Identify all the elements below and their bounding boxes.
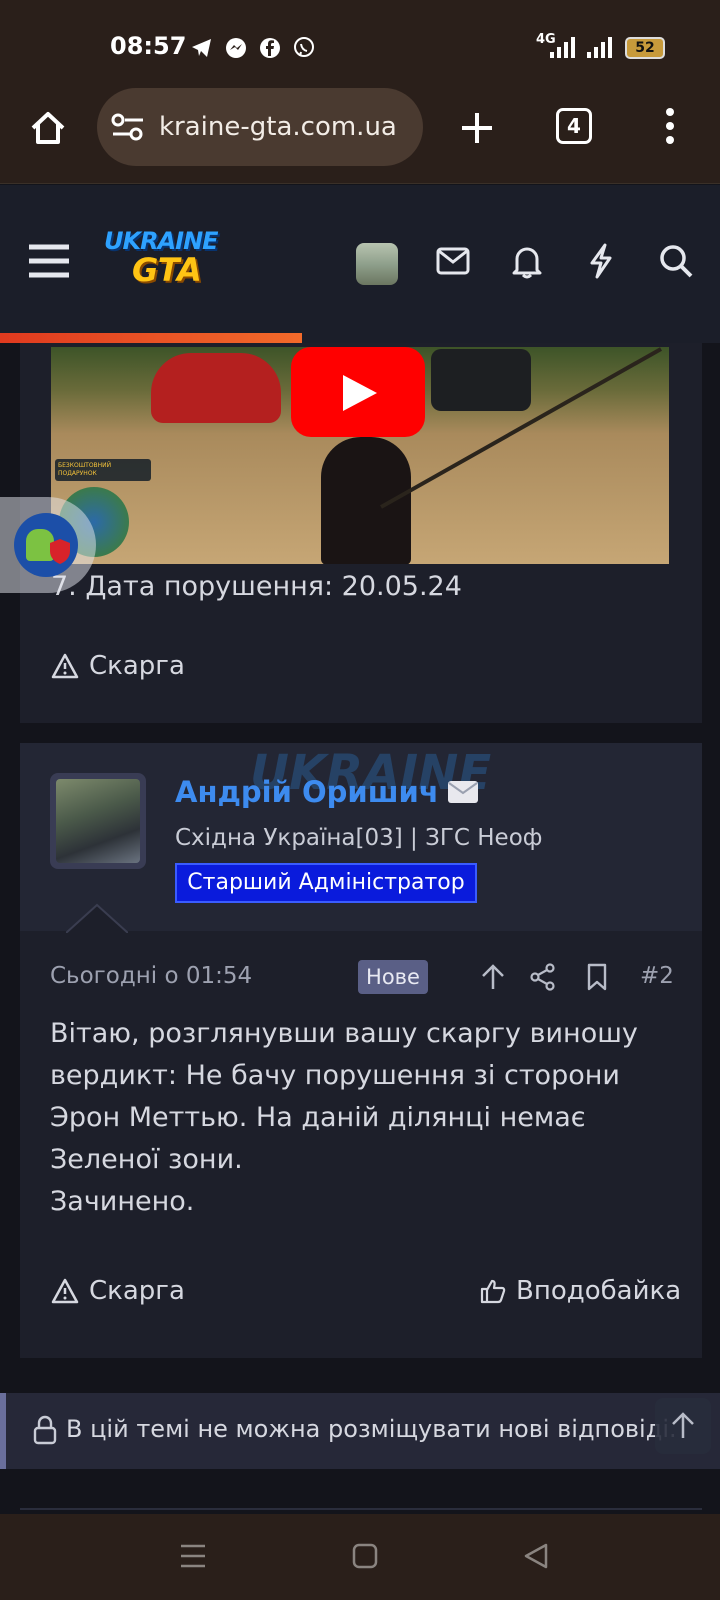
post1-item-text: 7. Дата порушення: 20.05.24: [51, 571, 462, 602]
video-embed[interactable]: БЕЗКОШТОВНИЙ ПОДАРУНОК: [51, 347, 669, 564]
post-body-line: Зеленої зони.: [50, 1144, 243, 1175]
recent-apps-icon[interactable]: [178, 1542, 208, 1570]
youtube-play-button[interactable]: [291, 347, 425, 437]
telegram-icon: [192, 39, 211, 57]
viber-icon: [294, 37, 314, 57]
url-text: kraine-gta.com.ua: [159, 112, 397, 142]
shield-icon: [50, 539, 70, 564]
post-date[interactable]: Сьогодні о 01:54: [50, 963, 252, 989]
post-card-1: БЕЗКОШТОВНИЙ ПОДАРУНОК 7. Дата порушення…: [20, 343, 702, 723]
home-icon[interactable]: [28, 108, 68, 148]
post-body: Вітаю, розглянувши вашу скаргу виношу ве…: [50, 1013, 690, 1223]
thumbs-up-icon: [480, 1279, 506, 1304]
author-line: Андрій Оришич: [175, 775, 479, 809]
android-security-icon: [14, 513, 78, 577]
author-name[interactable]: Андрій Оришич: [175, 775, 439, 809]
avatar-image: [56, 779, 140, 863]
video-overlay-text: БЕЗКОШТОВНИЙ ПОДАРУНОК: [55, 459, 151, 481]
header-arrow: [66, 903, 128, 933]
report-button-2[interactable]: Скарга: [51, 1276, 185, 1306]
scroll-to-top-button[interactable]: [655, 1398, 711, 1454]
signal-icon: [550, 37, 575, 58]
arrow-up-icon: [672, 1412, 694, 1438]
like-button[interactable]: Вподобайка: [480, 1276, 681, 1306]
lock-icon: [33, 1415, 57, 1445]
warning-icon: [51, 1278, 79, 1304]
facebook-icon: [260, 38, 280, 58]
role-badge: Старший Адміністратор: [175, 863, 477, 903]
messenger-icon: [226, 38, 246, 58]
system-nav-bar: [0, 1514, 720, 1600]
report-label-2: Скарга: [89, 1276, 185, 1306]
floating-app-bubble[interactable]: [0, 497, 96, 593]
bell-icon[interactable]: [512, 243, 542, 279]
new-badge: Нове: [358, 960, 428, 994]
locked-thread-notice: В цій темі не можна розміщувати нові від…: [0, 1393, 720, 1469]
post-body-line: Зачинено.: [50, 1186, 195, 1217]
report-label-1: Скарга: [89, 651, 185, 681]
address-bar[interactable]: kraine-gta.com.ua: [97, 88, 423, 166]
locked-notice-text: В цій темі не можна розміщувати нові від…: [66, 1415, 677, 1443]
post-body-line: Вітаю, розглянувши вашу скаргу виношу: [50, 1018, 638, 1049]
post-number[interactable]: #2: [640, 963, 674, 989]
post-date-text: Сьогодні о 01:54: [50, 963, 253, 989]
play-icon: [343, 375, 377, 411]
site-settings-icon[interactable]: [111, 112, 145, 142]
post-body-line: вердикт: Не бачу порушення зі сторони: [50, 1060, 620, 1091]
page-load-progress: [0, 333, 302, 343]
progress-track: [302, 333, 720, 343]
share-icon[interactable]: [530, 963, 556, 991]
envelope-icon[interactable]: [447, 780, 479, 804]
bookmark-icon[interactable]: [586, 963, 608, 991]
post-number-text: #2: [640, 963, 674, 989]
status-time: 08:57: [110, 32, 187, 60]
author-region: Східна Україна[03] | ЗГС Неоф: [175, 825, 543, 851]
divider: [20, 1508, 702, 1510]
logo-text-gta: GTA: [132, 251, 202, 289]
like-label: Вподобайка: [516, 1276, 682, 1306]
site-header: UKRAINE GTA: [0, 185, 720, 333]
post-body-line: Эрон Меттью. На даній ділянці немає: [50, 1102, 586, 1133]
bolt-icon[interactable]: [588, 243, 614, 279]
site-logo[interactable]: UKRAINE GTA: [104, 227, 222, 295]
browser-toolbar: kraine-gta.com.ua 4: [0, 88, 720, 184]
battery-indicator: 52: [625, 37, 665, 59]
report-button-1[interactable]: Скарга: [51, 651, 185, 681]
tab-switcher-button[interactable]: 4: [556, 108, 592, 144]
home-nav-icon[interactable]: [351, 1542, 379, 1570]
post-card-2: UKRAINE Андрій Оришич Східна Україна[03]…: [20, 743, 702, 1358]
author-avatar[interactable]: [50, 773, 146, 869]
new-tab-icon[interactable]: [457, 108, 497, 148]
status-bar: 08:57 4G 52: [0, 0, 720, 88]
mail-icon[interactable]: [436, 247, 470, 275]
user-avatar[interactable]: [356, 243, 398, 285]
more-options-icon[interactable]: [660, 106, 680, 146]
menu-icon[interactable]: [27, 243, 71, 279]
signal-icon-2: [587, 37, 612, 58]
red-car: [151, 353, 281, 423]
back-nav-icon[interactable]: [522, 1542, 550, 1570]
arrow-up-icon[interactable]: [480, 963, 506, 991]
warning-icon: [51, 653, 79, 679]
search-icon[interactable]: [658, 243, 694, 279]
